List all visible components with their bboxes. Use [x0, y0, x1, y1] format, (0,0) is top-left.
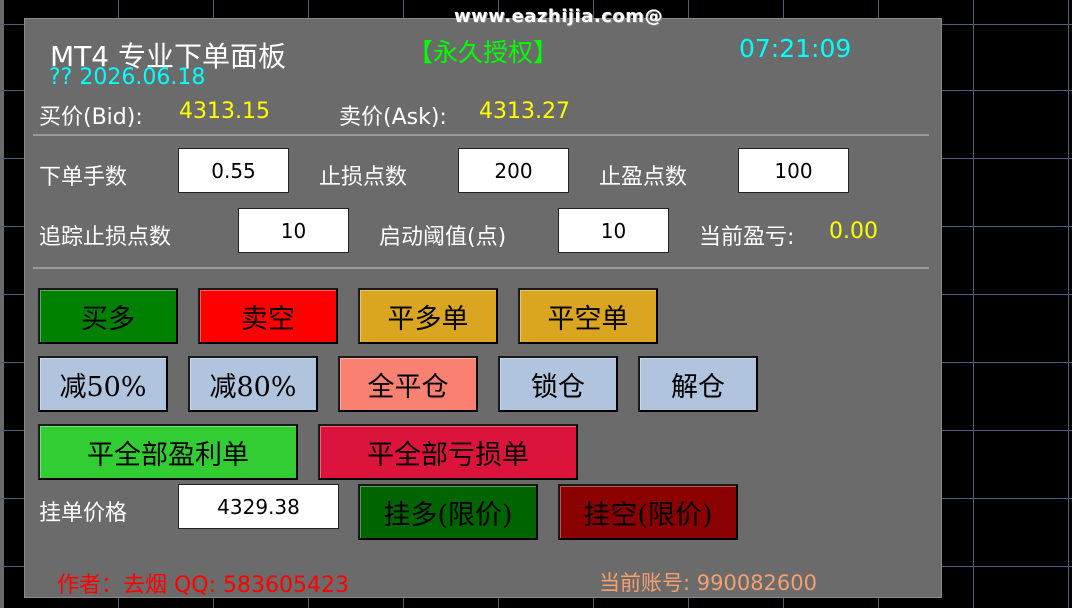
reduce-50-button[interactable]: 减50% [38, 356, 168, 412]
trigger-threshold-input[interactable] [558, 208, 669, 253]
bid-value: 4313.15 [179, 99, 270, 124]
close-loss-button[interactable]: 平全部亏损单 [318, 424, 578, 480]
close-all-button[interactable]: 全平仓 [338, 356, 478, 412]
trailing-stop-label: 追踪止损点数 [39, 225, 172, 250]
watermark: www.eazhijia.com@ [454, 6, 664, 27]
take-profit-label: 止盈点数 [599, 165, 688, 190]
pnl-value: 0.00 [829, 219, 878, 244]
server-time: 07:21:09 [739, 34, 852, 63]
divider [33, 267, 929, 269]
take-profit-input[interactable] [738, 148, 849, 193]
divider [33, 134, 929, 136]
order-panel: MT4 专业下单面板 【永久授权】 07:21:09 ?? 2026.06.18… [24, 18, 942, 598]
stop-loss-input[interactable] [458, 148, 569, 193]
bid-label: 买价(Bid): [39, 105, 143, 130]
sell-button[interactable]: 卖空 [198, 288, 338, 344]
close-buy-button[interactable]: 平多单 [358, 288, 498, 344]
chart-frame-edge [0, 0, 4, 608]
ask-label: 卖价(Ask): [339, 105, 447, 130]
pending-price-input[interactable] [178, 484, 339, 529]
sell-limit-button[interactable]: 挂空(限价) [558, 484, 738, 540]
unlock-button[interactable]: 解仓 [638, 356, 758, 412]
account-number: 当前账号: 990082600 [599, 571, 817, 595]
lots-input[interactable] [178, 148, 289, 193]
trigger-threshold-label: 启动阈值(点) [379, 225, 507, 250]
lots-label: 下单手数 [39, 165, 128, 190]
buy-button[interactable]: 买多 [38, 288, 178, 344]
reduce-80-button[interactable]: 减80% [188, 356, 318, 412]
close-sell-button[interactable]: 平空单 [518, 288, 658, 344]
lock-button[interactable]: 锁仓 [498, 356, 618, 412]
buy-limit-button[interactable]: 挂多(限价) [358, 484, 538, 540]
grid-line [1068, 0, 1069, 608]
stop-loss-label: 止损点数 [319, 165, 408, 190]
pending-price-label: 挂单价格 [39, 501, 128, 526]
grid-line [973, 0, 974, 608]
author-info: 作者：去烟 QQ: 583605423 [57, 573, 350, 598]
ask-value: 4313.27 [479, 99, 570, 124]
license-status: 【永久授权】 [408, 38, 559, 67]
close-profit-button[interactable]: 平全部盈利单 [38, 424, 298, 480]
pnl-label: 当前盈亏: [699, 225, 795, 250]
server-date: ?? 2026.06.18 [49, 65, 206, 90]
trailing-stop-input[interactable] [238, 208, 349, 253]
